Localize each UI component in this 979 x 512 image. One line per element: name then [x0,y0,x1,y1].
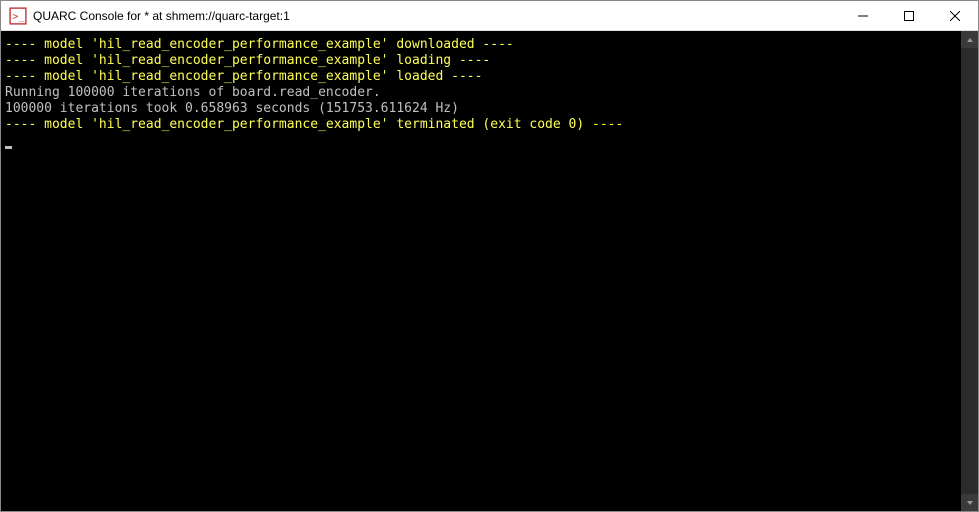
maximize-button[interactable] [886,1,932,31]
app-window: >_ QUARC Console for * at shmem://quarc-… [0,0,979,512]
scroll-down-button[interactable] [961,494,978,511]
console-cursor-line [5,133,957,149]
svg-text:>_: >_ [12,11,25,22]
window-title: QUARC Console for * at shmem://quarc-tar… [33,9,290,23]
scroll-up-button[interactable] [961,31,978,48]
cursor [5,146,12,149]
vertical-scrollbar[interactable] [961,31,978,511]
app-icon: >_ [9,7,27,25]
console-line: ---- model 'hil_read_encoder_performance… [5,53,957,69]
console-line: ---- model 'hil_read_encoder_performance… [5,37,957,53]
console-line: 100000 iterations took 0.658963 seconds … [5,101,957,117]
close-button[interactable] [932,1,978,31]
minimize-button[interactable] [840,1,886,31]
console-body: ---- model 'hil_read_encoder_performance… [1,31,978,511]
console-line: ---- model 'hil_read_encoder_performance… [5,117,957,133]
console-line: Running 100000 iterations of board.read_… [5,85,957,101]
console-line: ---- model 'hil_read_encoder_performance… [5,69,957,85]
console-output[interactable]: ---- model 'hil_read_encoder_performance… [1,31,961,511]
titlebar[interactable]: >_ QUARC Console for * at shmem://quarc-… [1,1,978,31]
